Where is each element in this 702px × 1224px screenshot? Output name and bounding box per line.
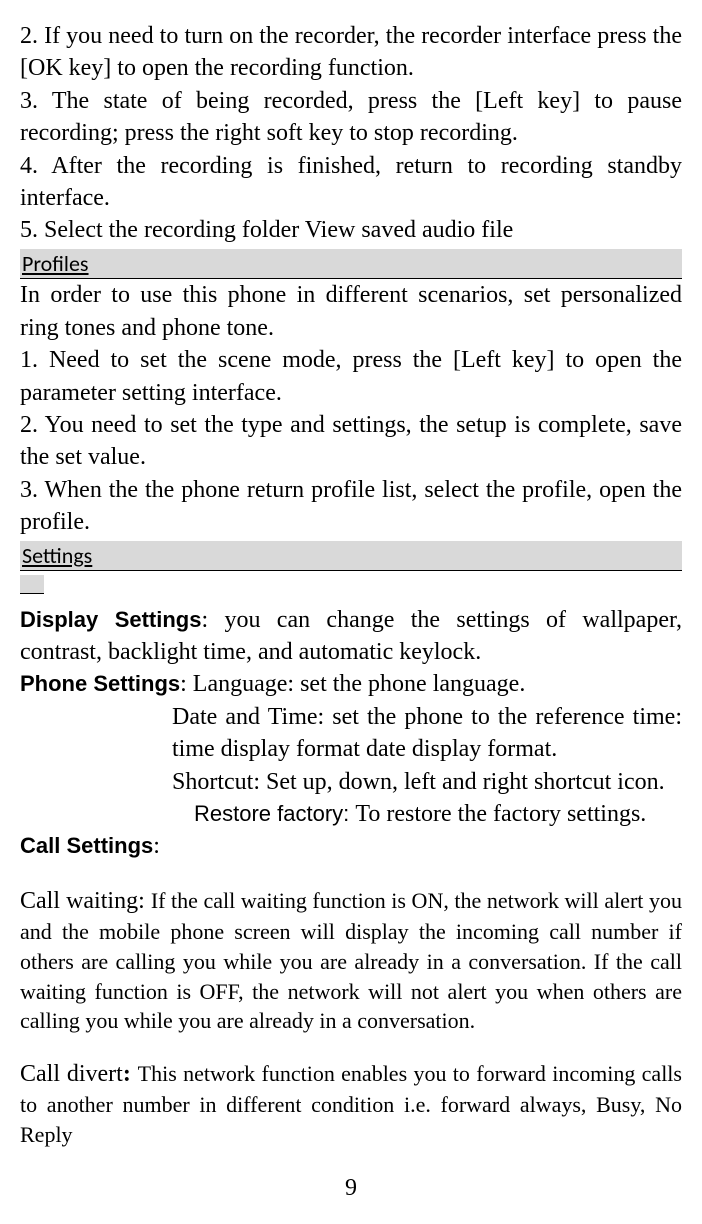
display-settings-line: Display Settings: you can change the set…	[20, 604, 682, 669]
phone-settings-label: Phone Settings	[20, 671, 180, 696]
profiles-intro: In order to use this phone in different …	[20, 279, 682, 344]
call-settings-colon: :	[153, 833, 160, 859]
restore-factory-label: Restore factory:	[194, 801, 355, 826]
page-number: 9	[20, 1172, 682, 1204]
recorder-step-3: 3. The state of being recorded, press th…	[20, 85, 682, 150]
gray-tab	[20, 575, 44, 594]
recorder-step-4: 4. After the recording is finished, retu…	[20, 150, 682, 215]
recorder-step-2: 2. If you need to turn on the recorder, …	[20, 20, 682, 85]
profiles-header: Profiles	[20, 249, 682, 280]
profiles-step-1: 1. Need to set the scene mode, press the…	[20, 344, 682, 409]
call-divert-bold-colon: :	[123, 1061, 138, 1087]
recorder-step-5: 5. Select the recording folder View save…	[20, 214, 682, 246]
phone-settings-lang-text: : Language: set the phone language.	[180, 671, 525, 697]
profiles-step-2: 2. You need to set the type and settings…	[20, 409, 682, 474]
call-waiting-section: Call waiting: If the call waiting functi…	[20, 885, 682, 1036]
phone-settings-language: Phone Settings: Language: set the phone …	[20, 668, 682, 700]
phone-settings-datetime: Date and Time: set the phone to the refe…	[20, 701, 682, 766]
phone-settings-shortcut: Shortcut: Set up, down, left and right s…	[20, 766, 682, 798]
profiles-step-3: 3. When the the phone return profile lis…	[20, 474, 682, 539]
call-waiting-label: Call waiting:	[20, 888, 151, 914]
call-settings-label: Call Settings	[20, 833, 153, 858]
settings-header: Settings	[20, 541, 682, 572]
call-settings-line: Call Settings:	[20, 830, 682, 862]
restore-factory-line: Restore factory: To restore the factory …	[20, 798, 682, 830]
call-divert-label: Call divert	[20, 1061, 123, 1087]
call-divert-section: Call divert: This network function enabl…	[20, 1058, 682, 1150]
display-settings-label: Display Settings	[20, 607, 201, 632]
restore-factory-text: To restore the factory settings.	[355, 801, 646, 827]
